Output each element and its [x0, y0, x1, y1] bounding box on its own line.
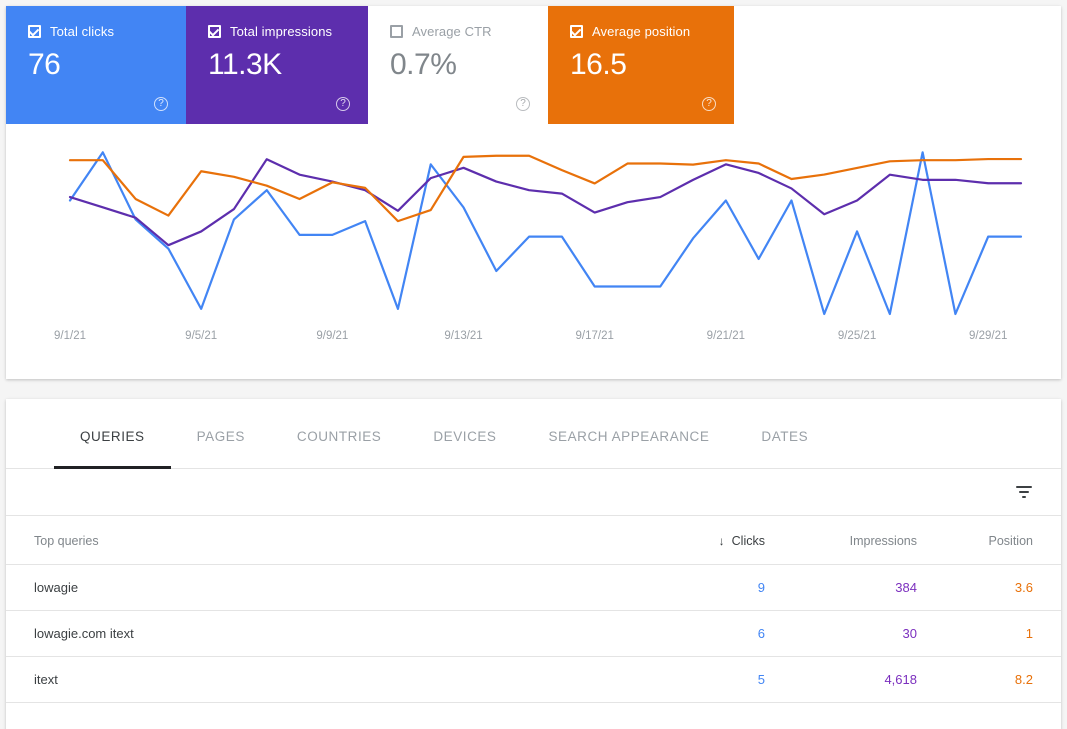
x-tick-label: 9/21/21 [706, 330, 746, 342]
metric-card-total-impressions[interactable]: Total impressions 11.3K ? [186, 6, 368, 124]
performance-overview-card: Total clicks 76 ? Total impressions 11.3… [6, 6, 1061, 379]
cell-position: 8.2 [941, 656, 1061, 703]
table-row[interactable]: lowagie.com itext 6 30 1 [6, 610, 1061, 657]
x-tick-label: 9/25/21 [837, 330, 877, 342]
table-toolbar [6, 469, 1061, 516]
x-tick-label: 9/17/21 [575, 330, 614, 342]
metric-value: 11.3K [208, 48, 282, 81]
cell-clicks: 5 [651, 656, 783, 703]
cell-position: 1 [941, 610, 1061, 657]
table-header: Top queries ↓ Clicks Impressions Position [6, 516, 1061, 565]
sort-descending-icon: ↓ [718, 534, 725, 548]
cell-clicks: 9 [651, 564, 783, 611]
table-header-row: Top queries ↓ Clicks Impressions Position [6, 516, 1061, 565]
metric-header: Total clicks [28, 24, 186, 39]
x-tick-label: 9/9/21 [316, 330, 349, 342]
metric-card-total-clicks[interactable]: Total clicks 76 ? [6, 6, 186, 124]
x-tick-label: 9/5/21 [185, 330, 218, 342]
tab-queries[interactable]: QUERIES [54, 399, 171, 469]
cell-query[interactable]: lowagie.com itext [6, 610, 651, 657]
cell-impressions: 4,618 [783, 656, 941, 703]
performance-line-chart[interactable]: 9/1/21 9/5/21 9/9/21 9/13/21 9/17/21 9/21/21 9… [6, 124, 1061, 379]
metric-label: Total clicks [50, 24, 115, 39]
column-header-top-queries[interactable]: Top queries [6, 516, 651, 565]
metric-label: Average CTR [412, 24, 492, 39]
column-header-position[interactable]: Position [941, 516, 1061, 565]
metric-label: Average position [592, 24, 691, 39]
checkbox-average-ctr[interactable] [390, 25, 403, 38]
column-header-impressions[interactable]: Impressions [783, 516, 941, 565]
metric-card-average-ctr[interactable]: Average CTR 0.7% ? [368, 6, 548, 124]
help-icon[interactable]: ? [336, 97, 350, 111]
metric-header: Total impressions [208, 24, 368, 39]
help-icon[interactable]: ? [702, 97, 716, 111]
metric-label: Total impressions [230, 24, 333, 39]
chart-line-total-clicks [68, 151, 1023, 316]
cell-impressions: 384 [783, 564, 941, 611]
table-row[interactable]: lowagie 9 384 3.6 [6, 564, 1061, 611]
cell-query[interactable]: itext [6, 656, 651, 703]
column-header-clicks[interactable]: ↓ Clicks [651, 516, 783, 565]
x-tick-label: 9/29/21 [969, 330, 1008, 342]
checkbox-total-clicks[interactable] [28, 25, 41, 38]
chart-svg [68, 151, 1023, 316]
x-tick-label: 9/13/21 [444, 330, 483, 342]
x-tick-label: 9/1/21 [54, 330, 86, 342]
cell-position: 3.6 [941, 564, 1061, 611]
filter-icon[interactable] [1013, 481, 1035, 503]
cell-clicks: 6 [651, 610, 783, 657]
tab-pages[interactable]: PAGES [171, 399, 271, 469]
table-body: lowagie 9 384 3.6 lowagie.com itext 6 30 1 itext… [6, 564, 1061, 703]
queries-table: Top queries ↓ Clicks Impressions Position… [6, 516, 1061, 703]
table-row[interactable]: itext 5 4,618 8.2 [6, 656, 1061, 703]
metric-value: 0.7% [390, 48, 457, 81]
metric-header: Average CTR [390, 24, 548, 39]
tab-devices[interactable]: DEVICES [407, 399, 522, 469]
chart-line-average-position [68, 154, 1023, 223]
cell-query[interactable]: lowagie [6, 564, 651, 611]
metric-card-average-position[interactable]: Average position 16.5 ? [548, 6, 734, 124]
search-console-performance-page: Total clicks 76 ? Total impressions 11.3… [0, 0, 1067, 729]
help-icon[interactable]: ? [516, 97, 530, 111]
metric-cards-row: Total clicks 76 ? Total impressions 11.3… [6, 6, 1061, 124]
tab-dates[interactable]: DATES [735, 399, 834, 469]
metric-header: Average position [570, 24, 734, 39]
chart-x-axis-labels: 9/1/21 9/5/21 9/9/21 9/13/21 9/17/21 9/21/21 9… [6, 330, 1061, 350]
performance-detail-card: QUERIES PAGES COUNTRIES DEVICES SEARCH APPEA… [6, 399, 1061, 729]
metric-value: 16.5 [570, 48, 627, 81]
tab-countries[interactable]: COUNTRIES [271, 399, 407, 469]
column-header-clicks-label: Clicks [731, 534, 765, 548]
cell-impressions: 30 [783, 610, 941, 657]
help-icon[interactable]: ? [154, 97, 168, 111]
checkbox-average-position[interactable] [570, 25, 583, 38]
tab-search-appearance[interactable]: SEARCH APPEARANCE [523, 399, 736, 469]
detail-tabs: QUERIES PAGES COUNTRIES DEVICES SEARCH APPEA… [6, 399, 1061, 469]
checkbox-total-impressions[interactable] [208, 25, 221, 38]
metric-value: 76 [28, 48, 61, 81]
